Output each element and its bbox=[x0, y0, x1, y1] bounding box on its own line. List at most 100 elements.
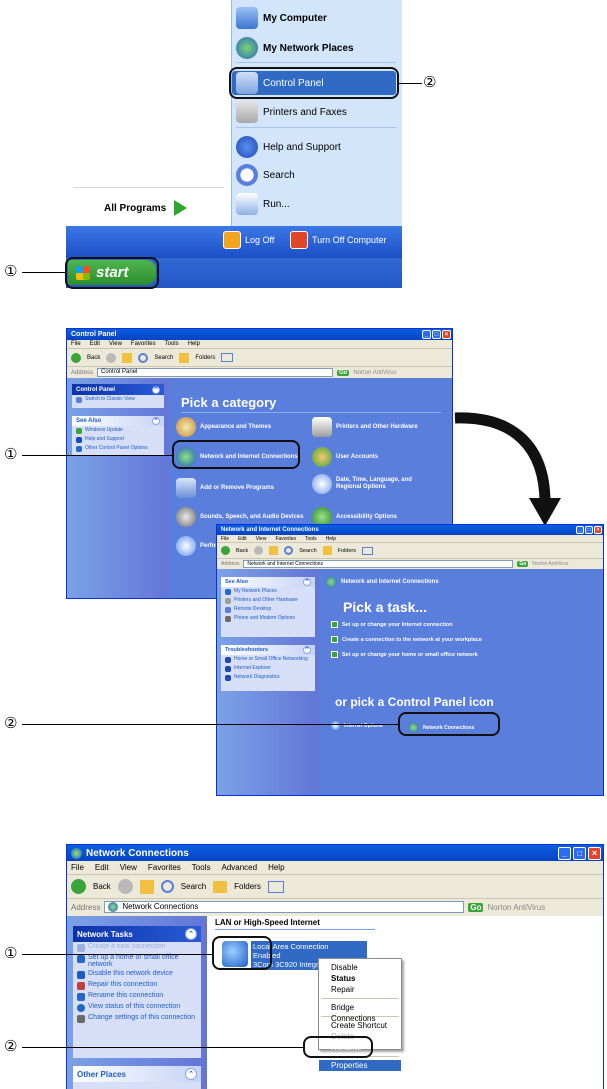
ctx-properties[interactable]: Properties bbox=[319, 1060, 401, 1071]
category-add-remove[interactable]: Add or Remove Programs bbox=[176, 478, 274, 498]
minimize-button[interactable]: _ bbox=[576, 526, 584, 534]
phone-modem-link[interactable]: Phone and Modem Options bbox=[221, 614, 315, 623]
collapse-icon[interactable]: ⌃ bbox=[185, 1068, 197, 1080]
menu-file[interactable]: File bbox=[71, 863, 84, 872]
maximize-button[interactable]: □ bbox=[585, 526, 593, 534]
menu-view[interactable]: View bbox=[256, 536, 267, 542]
close-button[interactable]: × bbox=[442, 330, 451, 339]
help-support-item[interactable]: Help and Support bbox=[236, 135, 341, 159]
minimize-button[interactable]: _ bbox=[558, 846, 571, 860]
go-button[interactable]: Go bbox=[337, 369, 350, 376]
switch-classic-view-link[interactable]: Switch to Classic View bbox=[72, 395, 164, 404]
setup-network-link[interactable]: Set up a home or small office network bbox=[73, 953, 201, 969]
go-button[interactable]: Go bbox=[468, 902, 484, 912]
collapse-icon[interactable]: ⌃ bbox=[152, 417, 160, 425]
my-computer-item[interactable]: My Computer bbox=[236, 6, 327, 30]
search-icon[interactable] bbox=[160, 880, 174, 893]
repair-connection-link[interactable]: Repair this connection bbox=[73, 980, 201, 991]
menu-help[interactable]: Help bbox=[326, 536, 336, 542]
collapse-icon[interactable]: ⌃ bbox=[152, 385, 160, 394]
back-icon[interactable] bbox=[221, 546, 230, 555]
folders-icon[interactable] bbox=[179, 352, 190, 363]
menu-favorites[interactable]: Favorites bbox=[148, 863, 181, 872]
up-folder-icon[interactable] bbox=[269, 546, 279, 555]
category-printers[interactable]: Printers and Other Hardware bbox=[312, 417, 418, 437]
ctx-repair[interactable]: Repair bbox=[319, 984, 401, 995]
other-options-link[interactable]: Other Control Panel Options bbox=[72, 444, 164, 453]
windows-update-link[interactable]: Windows Update bbox=[72, 426, 164, 435]
search-icon[interactable] bbox=[284, 546, 294, 555]
collapse-icon[interactable]: ⌃ bbox=[303, 578, 311, 586]
ctx-status[interactable]: Status bbox=[319, 973, 401, 984]
my-network-places-item[interactable]: My Network Places bbox=[236, 36, 354, 60]
close-button[interactable]: × bbox=[594, 526, 602, 534]
address-input[interactable]: Control Panel bbox=[97, 368, 334, 377]
search-label[interactable]: Search bbox=[299, 548, 316, 554]
forward-icon[interactable] bbox=[106, 352, 117, 363]
folders-label[interactable]: Folders bbox=[234, 882, 261, 891]
task-2[interactable]: Create a connection to the network at yo… bbox=[331, 636, 482, 643]
run-item[interactable]: Run... bbox=[236, 192, 290, 216]
back-icon[interactable] bbox=[71, 352, 81, 363]
folders-icon[interactable] bbox=[322, 546, 332, 555]
folders-label[interactable]: Folders bbox=[338, 548, 356, 554]
collapse-icon[interactable]: ⌃ bbox=[303, 646, 311, 654]
maximize-button[interactable]: □ bbox=[432, 330, 441, 339]
menu-edit[interactable]: Edit bbox=[95, 863, 109, 872]
menu-edit[interactable]: Edit bbox=[238, 536, 247, 542]
printers-faxes-item[interactable]: Printers and Faxes bbox=[236, 100, 347, 124]
printers-hardware-link[interactable]: Printers and Other Hardware bbox=[221, 596, 315, 605]
minimize-button[interactable]: _ bbox=[422, 330, 431, 339]
menu-help[interactable]: Help bbox=[188, 341, 200, 347]
up-folder-icon[interactable] bbox=[139, 879, 154, 894]
menu-tools[interactable]: Tools bbox=[192, 863, 211, 872]
category-appearance[interactable]: Appearance and Themes bbox=[176, 417, 271, 437]
menu-file[interactable]: File bbox=[221, 536, 229, 542]
folders-icon[interactable] bbox=[213, 880, 228, 893]
menu-view[interactable]: View bbox=[120, 863, 137, 872]
menu-tools[interactable]: Tools bbox=[305, 536, 317, 542]
search-item[interactable]: Search bbox=[236, 163, 295, 187]
menu-file[interactable]: File bbox=[71, 341, 81, 347]
search-label[interactable]: Search bbox=[154, 355, 173, 361]
all-programs-button[interactable]: All Programs bbox=[104, 200, 188, 216]
network-diagnostics-link[interactable]: Network Diagnostics bbox=[221, 673, 315, 682]
change-settings-link[interactable]: Change settings of this connection bbox=[73, 1013, 201, 1024]
address-input[interactable]: Network Connections bbox=[104, 900, 465, 914]
folders-label[interactable]: Folders bbox=[195, 355, 215, 361]
close-button[interactable]: × bbox=[588, 846, 601, 860]
forward-icon[interactable] bbox=[254, 546, 264, 555]
search-icon[interactable] bbox=[138, 352, 149, 363]
internet-explorer-link[interactable]: Internet Explorer bbox=[221, 664, 315, 673]
ctx-disable[interactable]: Disable bbox=[319, 962, 401, 973]
internet-options-icon-item[interactable]: Internet Options bbox=[331, 721, 383, 730]
menu-help[interactable]: Help bbox=[268, 863, 284, 872]
menu-advanced[interactable]: Advanced bbox=[221, 863, 257, 872]
ctx-bridge[interactable]: Bridge Connections bbox=[319, 1002, 401, 1023]
views-icon[interactable] bbox=[362, 546, 374, 555]
create-connection-link[interactable]: Create a new connection bbox=[73, 942, 201, 953]
help-support-link[interactable]: Help and Support bbox=[72, 435, 164, 444]
category-user-accounts[interactable]: User Accounts bbox=[312, 447, 378, 467]
rename-connection-link[interactable]: Rename this connection bbox=[73, 991, 201, 1002]
my-network-places-link[interactable]: My Network Places bbox=[221, 587, 315, 596]
back-label[interactable]: Back bbox=[93, 882, 111, 891]
up-folder-icon[interactable] bbox=[122, 352, 133, 363]
address-input[interactable]: Network and Internet Connections bbox=[243, 560, 514, 568]
view-status-link[interactable]: View status of this connection bbox=[73, 1002, 201, 1013]
remote-desktop-link[interactable]: Remote Desktop bbox=[221, 605, 315, 614]
collapse-icon[interactable]: ⌃ bbox=[185, 928, 197, 940]
category-date-time[interactable]: Date, Time, Language, and Regional Optio… bbox=[312, 474, 420, 494]
menu-favorites[interactable]: Favorites bbox=[131, 341, 156, 347]
forward-icon[interactable] bbox=[117, 879, 133, 894]
maximize-button[interactable]: □ bbox=[573, 846, 586, 860]
home-office-link[interactable]: Home or Small Office Networking bbox=[221, 655, 315, 664]
back-label[interactable]: Back bbox=[87, 355, 100, 361]
go-button[interactable]: Go bbox=[517, 561, 529, 567]
views-icon[interactable] bbox=[221, 353, 234, 362]
back-label[interactable]: Back bbox=[236, 548, 248, 554]
log-off-button[interactable]: Log Off bbox=[223, 231, 274, 249]
back-icon[interactable] bbox=[71, 879, 86, 894]
task-3[interactable]: Set up or change your home or small offi… bbox=[331, 651, 478, 658]
search-label[interactable]: Search bbox=[181, 882, 206, 891]
